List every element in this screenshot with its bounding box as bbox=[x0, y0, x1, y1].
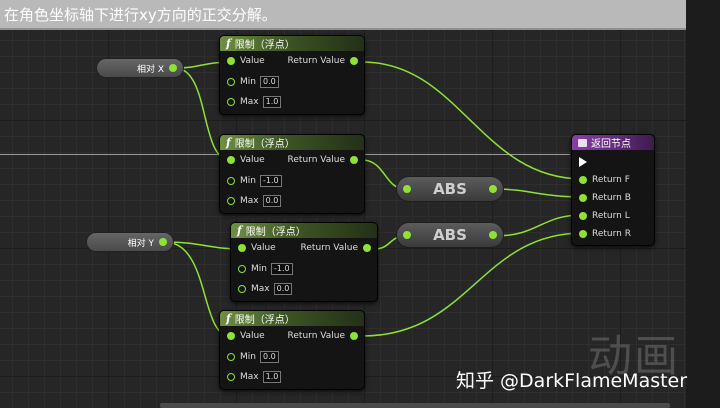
abs-label: ABS bbox=[433, 226, 467, 244]
clamp-node-4[interactable]: f 限制（浮点） Value Return Value Min 0.0 Max 1.0 bbox=[219, 310, 365, 390]
variable-label: 相对 Y bbox=[127, 238, 154, 249]
abs-node-1[interactable]: ABS bbox=[396, 176, 504, 202]
min-pin[interactable]: Min 0.0 bbox=[227, 76, 279, 88]
min-pin[interactable]: Min -1.0 bbox=[238, 263, 293, 275]
return-value-pin[interactable]: Return Value bbox=[301, 243, 371, 253]
output-pin[interactable] bbox=[489, 231, 497, 239]
output-pin[interactable] bbox=[169, 64, 177, 72]
function-icon: f bbox=[226, 136, 231, 149]
clamp-node-2[interactable]: f 限制（浮点） Value Return Value Min -1.0 Max 0.… bbox=[219, 134, 365, 214]
value-pin[interactable]: Value bbox=[227, 56, 265, 66]
return-node[interactable]: 返回节点 Return F Return B Return L Return R bbox=[571, 134, 655, 246]
output-pin[interactable] bbox=[489, 185, 497, 193]
max-pin[interactable]: Max 0.0 bbox=[227, 195, 282, 207]
wire-abs1-retB bbox=[493, 188, 584, 198]
min-input[interactable]: 0.0 bbox=[259, 351, 279, 363]
abs-label: ABS bbox=[433, 180, 467, 198]
return-value-pin[interactable]: Return Value bbox=[288, 56, 358, 66]
node-title: 限制（浮点） bbox=[245, 227, 306, 238]
variable-relative-x[interactable]: 相对 X bbox=[96, 58, 184, 78]
node-title: 返回节点 bbox=[591, 139, 631, 150]
max-pin[interactable]: Max 1.0 bbox=[227, 371, 282, 383]
max-input[interactable]: 0.0 bbox=[273, 283, 293, 295]
input-pin[interactable] bbox=[403, 231, 411, 239]
min-pin[interactable]: Min 0.0 bbox=[227, 351, 279, 363]
max-pin[interactable]: Max 1.0 bbox=[227, 96, 282, 108]
horizontal-scrollbar[interactable] bbox=[160, 403, 670, 408]
return-r-pin[interactable]: Return R bbox=[579, 229, 631, 239]
wire-abs2-retL bbox=[493, 214, 584, 237]
return-f-pin[interactable]: Return F bbox=[579, 175, 630, 185]
value-pin[interactable]: Value bbox=[227, 331, 265, 341]
abs-node-2[interactable]: ABS bbox=[396, 222, 504, 248]
node-title: 限制（浮点） bbox=[234, 315, 295, 326]
return-value-pin[interactable]: Return Value bbox=[288, 155, 358, 165]
max-pin[interactable]: Max 0.0 bbox=[238, 283, 293, 295]
return-node-icon bbox=[578, 138, 587, 147]
node-title: 限制（浮点） bbox=[234, 40, 295, 51]
min-input[interactable]: -1.0 bbox=[270, 263, 293, 275]
exec-arrow-icon bbox=[579, 157, 587, 167]
value-pin[interactable]: Value bbox=[227, 155, 265, 165]
return-b-pin[interactable]: Return B bbox=[579, 193, 631, 203]
output-pin[interactable] bbox=[159, 238, 167, 246]
max-input[interactable]: 1.0 bbox=[262, 96, 282, 108]
input-pin[interactable] bbox=[403, 185, 411, 193]
return-l-pin[interactable]: Return L bbox=[579, 211, 630, 221]
exec-pin[interactable] bbox=[579, 157, 587, 167]
max-input[interactable]: 1.0 bbox=[262, 371, 282, 383]
variable-relative-y[interactable]: 相对 Y bbox=[86, 232, 174, 252]
function-icon: f bbox=[226, 312, 231, 325]
variable-label: 相对 X bbox=[136, 64, 164, 75]
clamp-node-1[interactable]: f 限制（浮点） Value Return Value Min 0.0 Max 1.0 bbox=[219, 35, 365, 115]
node-title: 限制（浮点） bbox=[234, 139, 295, 150]
value-pin[interactable]: Value bbox=[238, 243, 276, 253]
wire-clamp1-retF bbox=[361, 61, 584, 180]
function-icon: f bbox=[226, 37, 231, 50]
min-input[interactable]: -1.0 bbox=[259, 175, 282, 187]
wire-clamp4-retR bbox=[361, 232, 584, 337]
max-input[interactable]: 0.0 bbox=[262, 195, 282, 207]
clamp-node-3[interactable]: f 限制（浮点） Value Return Value Min -1.0 Max 0.… bbox=[230, 222, 378, 302]
watermark-credit: 知乎 @DarkFlameMaster bbox=[456, 370, 688, 392]
min-pin[interactable]: Min -1.0 bbox=[227, 175, 282, 187]
min-input[interactable]: 0.0 bbox=[259, 76, 279, 88]
return-value-pin[interactable]: Return Value bbox=[288, 331, 358, 341]
function-icon: f bbox=[237, 224, 242, 237]
